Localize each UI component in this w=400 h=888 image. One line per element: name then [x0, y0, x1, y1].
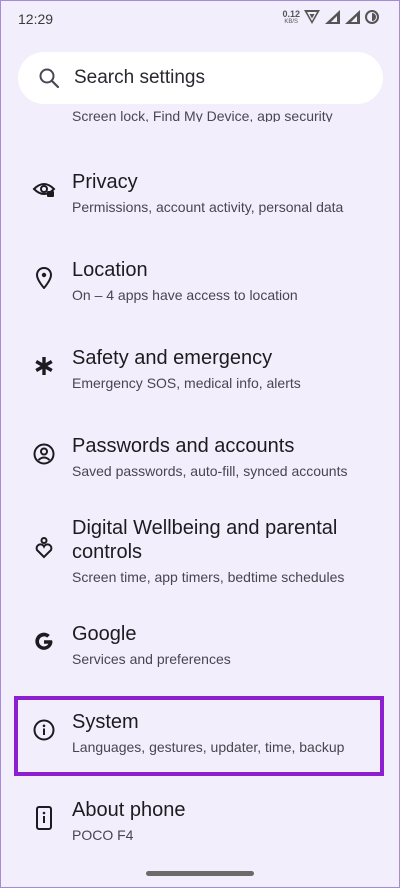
system-highlight-box [14, 696, 384, 776]
clipped-security-item[interactable]: Screen lock, Find My Device, app securit… [72, 104, 372, 122]
item-text: Passwords and accounts Saved passwords, … [72, 434, 384, 480]
item-text: Location On – 4 apps have access to loca… [72, 258, 384, 304]
item-text: Digital Wellbeing and parental controls … [72, 516, 384, 586]
settings-item-privacy[interactable]: Privacy Permissions, account activity, p… [0, 168, 400, 228]
network-speed: 0.12 KB/S [282, 8, 300, 25]
item-subtitle: Permissions, account activity, personal … [72, 199, 344, 215]
item-subtitle: POCO F4 [72, 827, 134, 843]
settings-item-google[interactable]: Google Services and preferences [0, 620, 400, 680]
asterisk-icon [32, 354, 56, 378]
item-subtitle: Services and preferences [72, 651, 231, 667]
network-speed-value: 0.12 [282, 8, 300, 19]
item-text: Safety and emergency Emergency SOS, medi… [72, 346, 384, 392]
item-subtitle: On – 4 apps have access to location [72, 287, 298, 303]
settings-item-safety[interactable]: Safety and emergency Emergency SOS, medi… [0, 344, 400, 404]
privacy-eye-icon [32, 178, 56, 202]
item-subtitle: Screen time, app timers, bedtime schedul… [72, 569, 345, 585]
phone-info-icon [32, 806, 56, 830]
item-text: Google Services and preferences [72, 622, 384, 668]
item-text: Privacy Permissions, account activity, p… [72, 170, 384, 216]
signal-1-icon [324, 9, 340, 25]
settings-item-passwords-accounts[interactable]: Passwords and accounts Saved passwords, … [0, 432, 400, 492]
item-subtitle: Saved passwords, auto-fill, synced accou… [72, 463, 348, 479]
network-speed-unit: KB/S [284, 18, 299, 25]
item-title: Google [72, 623, 137, 645]
search-bar[interactable]: Search settings [18, 52, 383, 104]
status-icons: 0.12 KB/S [282, 9, 380, 25]
item-title: Digital Wellbeing and parental controls [72, 517, 338, 563]
settings-item-about-phone[interactable]: About phone POCO F4 [0, 796, 400, 856]
location-pin-icon [32, 266, 56, 290]
item-subtitle: Emergency SOS, medical info, alerts [72, 375, 301, 391]
search-icon [38, 67, 60, 89]
item-title: Privacy [72, 171, 138, 193]
item-title: Safety and emergency [72, 347, 273, 369]
home-gesture-bar[interactable] [146, 871, 254, 876]
item-title: Passwords and accounts [72, 435, 295, 457]
settings-item-digital-wellbeing[interactable]: Digital Wellbeing and parental controls … [0, 516, 400, 588]
item-text: About phone POCO F4 [72, 798, 384, 844]
clipped-item-subtitle: Screen lock, Find My Device, app securit… [72, 108, 333, 122]
account-circle-icon [32, 442, 56, 466]
search-input[interactable]: Search settings [74, 67, 205, 89]
google-g-icon [32, 630, 56, 654]
settings-item-location[interactable]: Location On – 4 apps have access to loca… [0, 256, 400, 316]
item-title: Location [72, 259, 148, 281]
status-time: 12:29 [18, 11, 54, 27]
wellbeing-icon [32, 536, 56, 560]
status-bar: 12:29 0.12 KB/S [0, 0, 400, 36]
battery-saver-icon [364, 9, 380, 25]
wifi-icon [304, 9, 320, 25]
signal-2-icon [344, 9, 360, 25]
item-title: About phone [72, 799, 186, 821]
